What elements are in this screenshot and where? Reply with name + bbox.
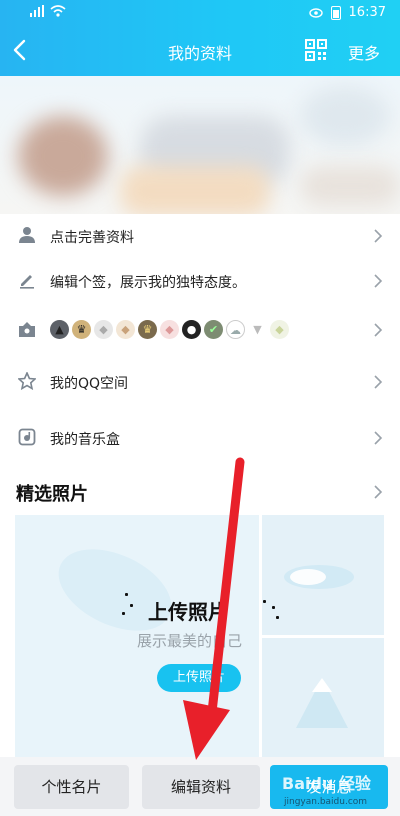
upload-subtitle: 展示最美的自己 [137,632,243,650]
row-label: 我的音乐盒 [50,432,120,448]
edit-profile-button[interactable]: 编辑资料 [142,765,260,809]
person-icon [19,227,35,243]
chevron-right-icon [374,274,383,288]
diamond-icon: ◆ [94,320,113,339]
chevron-right-icon [374,323,383,337]
sparkle-decoration [122,612,125,615]
diamond-icon: ◆ [160,320,179,339]
header: 16:37 我的资料 更多 [0,0,400,76]
watermark-url: jingyan.baidu.com [284,797,368,807]
sparkle-decoration [130,604,133,607]
penguin-crown-icon: ♛ [72,320,91,339]
penguin-check-icon: ✔ [204,320,223,339]
wifi-icon [50,5,66,17]
qr-code-icon[interactable] [305,39,327,61]
battery-icon [330,5,341,20]
cloud-icon: ☁ [226,320,245,339]
sparkle-decoration [125,593,128,596]
chevron-right-icon[interactable] [373,484,383,500]
penguin-crown-icon: ▲ [50,320,69,339]
row-edit-signature[interactable]: 编辑个签，展示我的独特态度。 [0,259,400,303]
diamond-icon: ◆ [270,320,289,339]
star-icon [18,372,36,390]
personal-card-button[interactable]: 个性名片 [14,765,129,809]
row-label: 编辑个签，展示我的独特态度。 [50,275,246,291]
chevron-right-icon [374,375,383,389]
row-music-box[interactable]: 我的音乐盒 [0,416,400,460]
photo-slot[interactable] [262,638,384,757]
diamond-icon: ◆ [116,320,135,339]
tree-snow-decoration [312,678,332,692]
badge-box-icon [19,322,35,337]
chevron-right-icon [374,229,383,243]
upload-photo-button[interactable]: 上传照片 [157,664,241,692]
photo-slot[interactable] [262,515,384,635]
profile-bg-blur-2 [300,166,400,206]
chevron-right-icon [374,431,383,445]
status-left [30,5,66,17]
sparkle-decoration [276,616,279,619]
row-qq-zone[interactable]: 我的QQ空间 [0,360,400,404]
status-bar: 16:37 [0,0,400,26]
page-title: 我的资料 [167,44,232,63]
sparkle-decoration [263,600,266,603]
sparkle-decoration [272,606,275,609]
navbar: 我的资料 更多 [0,26,400,76]
badge-list: ▲ ♛ ◆ ◆ ♛ ◆ ● ✔ ☁ ▼ ◆ [50,320,289,339]
profile-info-blur [120,166,270,214]
section-title-photos: 精选照片 [16,484,88,505]
status-right: 16:37 [308,5,386,20]
leaf-decoration [284,565,354,589]
diamond-icon: ▼ [248,320,267,339]
signal-icon [30,5,44,17]
penguin-icon: ● [182,320,201,339]
watermark-brand: Baidu 经验 [282,774,371,793]
upload-title: 上传照片 [148,600,228,624]
pencil-icon [20,275,34,289]
row-badges[interactable]: ▲ ♛ ◆ ◆ ♛ ◆ ● ✔ ☁ ▼ ◆ [0,308,400,352]
more-button[interactable]: 更多 [348,40,380,64]
music-box-icon [18,428,36,446]
profile-card[interactable] [0,76,400,214]
profile-bg-blur [300,86,390,146]
avatar[interactable] [18,116,108,196]
row-label: 我的QQ空间 [50,376,129,392]
penguin-crown-icon: ♛ [138,320,157,339]
status-time: 16:37 [348,5,386,20]
eye-icon [308,7,323,18]
row-label: 点击完善资料 [50,230,134,246]
row-complete-profile[interactable]: 点击完善资料 [0,214,400,258]
